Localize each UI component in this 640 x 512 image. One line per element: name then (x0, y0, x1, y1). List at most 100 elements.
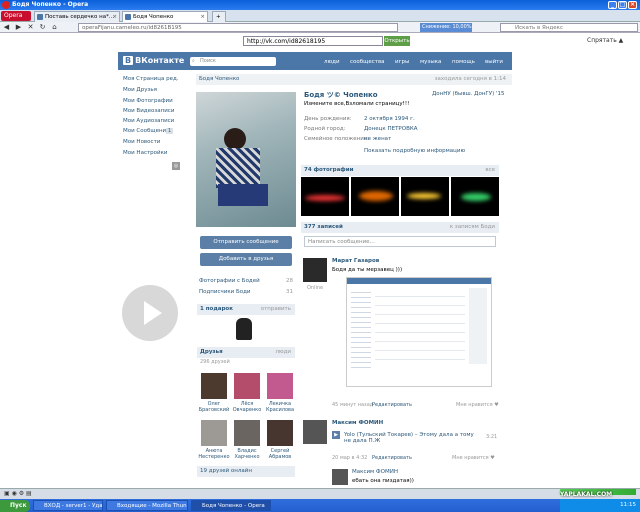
proxy-hide-button[interactable]: Спрятать ▲ (587, 37, 623, 44)
post-edit-link[interactable]: Редактировать (372, 455, 412, 461)
tab-favicon-icon (37, 14, 43, 20)
proxy-url-input[interactable]: http://vk.com/id82618195 (243, 36, 383, 46)
friends-online-header[interactable]: 19 друзей онлайн (197, 466, 295, 477)
clock[interactable]: 11:15 (620, 502, 636, 508)
vk-logo[interactable]: В ВКонтакте (123, 55, 184, 67)
video-play-icon[interactable] (122, 285, 178, 341)
friends-link[interactable]: люди (275, 347, 291, 358)
friend-name[interactable]: Олег Браговский (197, 401, 231, 413)
photos-all-link[interactable]: все (485, 165, 495, 176)
photos-with-link[interactable]: Фотографии с Бодей 28 (199, 278, 293, 284)
gifts-header[interactable]: 1 подарок отправить (197, 304, 295, 315)
friend-avatar[interactable] (267, 420, 293, 446)
nav-help[interactable]: помощь (452, 59, 475, 65)
gift-image[interactable] (236, 318, 252, 340)
stop-icon[interactable]: ✕ (26, 23, 35, 32)
opera-menu-button[interactable]: Opera (1, 11, 31, 21)
task-server[interactable]: ВХОД - server1 - Удале... (33, 500, 103, 511)
photo-thumb[interactable] (301, 177, 349, 216)
city-value[interactable]: Донецк ПЕТРОВКА (364, 126, 418, 132)
friends-header[interactable]: Друзья люди (197, 347, 295, 358)
reload-icon[interactable]: ↻ (38, 23, 47, 32)
friend-avatar[interactable] (267, 373, 293, 399)
wall-owner-link[interactable]: к записям Боди (450, 222, 495, 233)
friend-name[interactable]: Сергей Абрамов (263, 448, 297, 460)
wall-post-input[interactable]: Написать сообщение... (304, 236, 496, 247)
audio-title[interactable]: Yolo (Тульский Токарев) – Этому дала а т… (344, 432, 476, 444)
photos-header[interactable]: 74 фотографии все (301, 165, 499, 176)
nav-music[interactable]: музыка (420, 59, 441, 65)
friend-avatar[interactable] (201, 420, 227, 446)
maximize-button[interactable]: □ (618, 1, 627, 9)
menu-my-page[interactable]: Моя Страница ред. (123, 76, 179, 82)
ad-marker-icon[interactable]: ◎ (172, 162, 180, 170)
followers-link[interactable]: Подписчики Боди 31 (199, 289, 293, 295)
tab-active-profile[interactable]: Бодя Чопенко × (122, 11, 208, 22)
comment-author[interactable]: Максим ФОМИН (352, 469, 398, 475)
nav-games[interactable]: игры (395, 59, 409, 65)
friend-name[interactable]: Анюта Нестеренко (197, 448, 231, 460)
address-input[interactable]: operaFijanu.cameleo.ru/id8261B195 (78, 23, 398, 32)
minimize-button[interactable]: _ (608, 1, 617, 9)
photo-thumb[interactable] (401, 177, 449, 216)
proxy-go-button[interactable]: Открыть (384, 36, 410, 46)
post-like-button[interactable]: Мне нравится ♥ (452, 455, 495, 461)
header-name: Бодя Чопенко (199, 76, 240, 82)
friend-name[interactable]: Лекичка Красилова (263, 401, 297, 413)
photo-thumb[interactable] (451, 177, 499, 216)
menu-videos[interactable]: Мои Видеозаписи (123, 108, 174, 114)
post-image-screenshot[interactable] (346, 277, 492, 387)
vk-logo-icon: В (123, 56, 134, 65)
send-message-button[interactable]: Отправить сообщение (200, 236, 292, 249)
add-friend-button[interactable]: Добавить в друзья (200, 253, 292, 266)
vk-search-input[interactable]: Поиск ⌕ (190, 57, 276, 66)
show-details-link[interactable]: Показать подробную информацию (364, 148, 465, 154)
comment-avatar[interactable] (332, 469, 348, 485)
friend-avatar[interactable] (201, 373, 227, 399)
status-icons[interactable]: ▣ ◉ ⚙ ▤ (4, 490, 32, 497)
menu-friends[interactable]: Мои Друзья (123, 87, 157, 93)
security-badge[interactable]: Снижение: 10,00% (420, 23, 472, 32)
heart-icon: ♥ (490, 455, 495, 461)
profile-photo[interactable] (196, 92, 296, 227)
post-date[interactable]: 20 мар в 4:32 (332, 455, 367, 461)
post-author-avatar[interactable] (303, 420, 327, 444)
new-tab-button[interactable]: + (212, 11, 226, 22)
menu-photos[interactable]: Мои Фотографии (123, 98, 173, 104)
menu-settings[interactable]: Мои Настройки (123, 150, 168, 156)
profile-school[interactable]: ДонНУ (бывш. ДонГУ) '15 (432, 91, 505, 97)
photo-thumb[interactable] (351, 177, 399, 216)
post-like-button[interactable]: Мне нравится ♥ (456, 402, 499, 408)
nav-communities[interactable]: сообщества (350, 59, 385, 65)
tab-poster[interactable]: Поставь сердечко на*... × (34, 11, 120, 22)
friend-name[interactable]: Владис Харченко (230, 448, 264, 460)
friend-avatar[interactable] (234, 373, 260, 399)
menu-news[interactable]: Мои Новости (123, 139, 160, 145)
home-icon[interactable]: ⌂ (50, 23, 59, 32)
menu-audios[interactable]: Мои Аудиозаписи (123, 118, 174, 124)
post-date[interactable]: 45 минут назад (332, 402, 373, 408)
task-thunderbird[interactable]: Входящие - Mozilla Thun... (106, 500, 188, 511)
friend-avatar[interactable] (234, 420, 260, 446)
audio-play-icon[interactable]: ▶ (332, 431, 340, 439)
start-button[interactable]: Пуск (0, 500, 30, 512)
close-window-button[interactable]: × (628, 1, 637, 9)
gifts-send-link[interactable]: отправить (261, 304, 291, 315)
post-author[interactable]: Марат Газаров (332, 258, 379, 264)
post-edit-link[interactable]: Редактировать (372, 402, 412, 408)
friend-name[interactable]: Лёся Овчаренко (230, 401, 264, 413)
birthday-value[interactable]: 2 октября 1994 г. (364, 116, 415, 122)
nav-logout[interactable]: выйти (485, 59, 503, 65)
nav-people[interactable]: люди (324, 59, 340, 65)
tab-close-icon[interactable]: × (200, 12, 205, 22)
back-icon[interactable]: ◀ (2, 23, 11, 32)
menu-messages[interactable]: Мои Сообщения (123, 128, 169, 134)
wall-header[interactable]: 377 записей к записям Боди (301, 222, 499, 233)
post-author-avatar[interactable] (303, 258, 327, 282)
tab-close-icon[interactable]: × (112, 12, 117, 22)
task-opera[interactable]: Бодя Чопенко - Opera (191, 500, 271, 511)
photo-jeans (218, 184, 268, 206)
search-input[interactable]: Искать в Яндекс (500, 23, 638, 32)
forward-icon[interactable]: ▶ (14, 23, 23, 32)
post-author[interactable]: Максим ФОМИН (332, 420, 383, 426)
